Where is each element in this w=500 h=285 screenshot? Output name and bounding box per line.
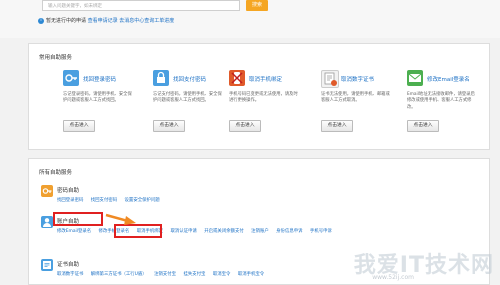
phone-cancel-icon — [229, 70, 245, 86]
search-input[interactable]: 输入问题关键字，如未绑定 — [42, 0, 240, 11]
link-report-loss-shield[interactable]: 挂失支付宝 — [183, 272, 205, 277]
watermark-url: www.52ij.com — [372, 274, 414, 281]
link-unbind-third-party-cert[interactable]: 解绑第三方证书（工行U盾） — [91, 272, 147, 277]
card-title[interactable]: 取消数字证书 — [341, 75, 374, 83]
search-button[interactable]: 搜索 — [246, 0, 268, 11]
link-find-pay-password[interactable]: 找回支付密码 — [91, 198, 117, 203]
card-desc: Email地址无法接收邮件，请登录后修改或使用手机、客服人工方式修改。 — [407, 92, 475, 110]
key-icon — [63, 70, 79, 86]
panel-title: 常用自助服务 — [39, 55, 73, 61]
email-icon — [407, 70, 423, 86]
section-links: 取消数字证书 解绑第三方证书（工行U盾） 注销支付宝 挂失支付宝 取消宝令 取消… — [57, 271, 270, 277]
highlight-account-title — [53, 212, 103, 226]
info-line: i 暂无进行中的申请 查看申请记录 去消息中心查询工单进度 — [38, 17, 174, 24]
section-title: 密码自助 — [57, 188, 80, 194]
lock-icon — [153, 70, 169, 86]
certificate-section-icon — [41, 259, 53, 271]
message-center-link[interactable]: 去消息中心查询工单进度 — [119, 18, 174, 24]
link-cancel-alipay-shield[interactable]: 注销支付宝 — [154, 272, 176, 277]
card-desc: 忘记登录密码，请使用手机、安全保护问题或客服人工方式找回。 — [63, 92, 132, 104]
common-services-panel: 常用自助服务 找回登录密码 忘记登录密码，请使用手机、安全保护问题或客服人工方式… — [28, 43, 490, 150]
card-title[interactable]: 找回登录密码 — [83, 75, 116, 83]
link-cancel-token[interactable]: 取消宝令 — [213, 272, 231, 277]
password-icon — [41, 185, 53, 197]
link-set-security-question[interactable]: 设置安全保护问题 — [125, 198, 160, 203]
enter-button[interactable]: 点击进入 — [153, 120, 185, 132]
card-desc: 忘记支付密码，请使用手机、安全保护问题或客服人工方式找回。 — [153, 92, 222, 104]
enter-button[interactable]: 点击进入 — [321, 120, 353, 132]
card-desc: 证书无法使用，请使用手机、邮箱或客服人工方式取消。 — [321, 92, 390, 104]
info-text: 暂无进行中的申请 — [46, 18, 87, 24]
link-phone-appeal[interactable]: 手机号申诉 — [310, 229, 332, 234]
link-cancel-mobile-token[interactable]: 取消手机宝令 — [238, 272, 264, 277]
card-title[interactable]: 取消手机绑定 — [249, 75, 282, 83]
link-find-login-password[interactable]: 找回登录密码 — [57, 198, 83, 203]
link-toggle-balance-pay[interactable]: 开启或关闭余额支付 — [204, 229, 244, 234]
view-records-link[interactable]: 查看申请记录 — [88, 18, 118, 24]
info-icon: i — [38, 17, 44, 24]
enter-button[interactable]: 点击进入 — [407, 120, 439, 132]
link-cancel-certificate[interactable]: 取消数字证书 — [57, 272, 83, 277]
account-icon — [41, 216, 53, 228]
certificate-icon — [321, 70, 339, 88]
link-identity-appeal[interactable]: 身份信息申诉 — [276, 229, 302, 234]
enter-button[interactable]: 点击进入 — [63, 120, 95, 132]
section-title: 证书自助 — [57, 262, 80, 268]
section-links: 修改Email登录名 修改手机登录名 取消手机绑定 取消认证申请 开启或关闭余额… — [57, 228, 338, 234]
link-modify-email-login[interactable]: 修改Email登录名 — [57, 229, 91, 234]
section-links: 找回登录密码 找回支付密码 设置安全保护问题 — [57, 197, 166, 203]
card-title[interactable]: 找回支付密码 — [173, 75, 206, 83]
panel-title: 所有自助服务 — [39, 170, 73, 176]
orange-arrow-icon — [105, 213, 136, 225]
card-desc: 手机号码已变更或无法使用，请及时进行更换操作。 — [229, 92, 298, 104]
link-cancel-verification[interactable]: 取消认证申请 — [170, 229, 196, 234]
card-title[interactable]: 修改Email登录名 — [427, 75, 470, 83]
link-close-account[interactable]: 注销账户 — [251, 229, 269, 234]
enter-button[interactable]: 点击进入 — [229, 120, 261, 132]
